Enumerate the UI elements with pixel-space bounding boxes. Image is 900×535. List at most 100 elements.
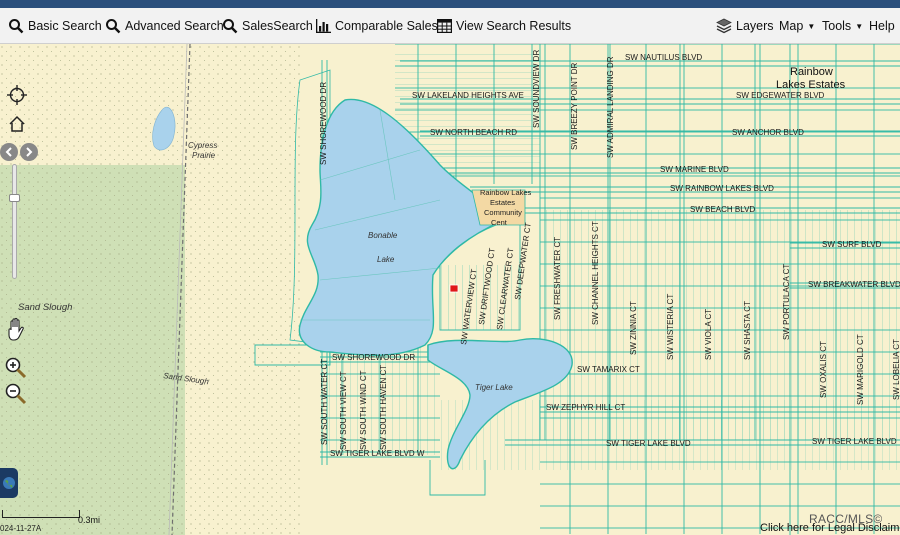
zoom-out-button[interactable] — [3, 381, 29, 407]
street-label-south-view: SW SOUTH VIEW CT — [339, 371, 348, 450]
street-label-tamarix: SW TAMARIX CT — [577, 365, 640, 374]
street-label-beach: SW BEACH BLVD — [690, 205, 755, 214]
place-label-tiger-lake: Tiger Lake — [475, 383, 513, 392]
chevron-left-icon — [5, 147, 12, 157]
advanced-search-button[interactable]: Advanced Search — [105, 8, 224, 44]
street-label-shorewood-dr-v: SW SHOREWOOD DR — [319, 82, 328, 165]
help-menu[interactable]: Help ▼ — [869, 8, 900, 44]
street-label-nautilus: SW NAUTILUS BLVD — [625, 53, 702, 62]
search-icon — [223, 19, 238, 34]
pan-right-button[interactable] — [20, 143, 38, 161]
street-label-wisteria: SW WISTERIA CT — [666, 294, 675, 360]
place-label-lake: Lake — [377, 255, 395, 264]
bar-chart-icon — [316, 19, 331, 33]
place-label-rainbow: Rainbow — [790, 66, 833, 78]
street-label-lobelia: SW LOBELIA CT — [892, 339, 900, 400]
selected-parcel-marker[interactable] — [449, 284, 459, 293]
place-label-bonable: Bonable — [368, 231, 398, 240]
poi-label-community-3: Community — [484, 208, 522, 217]
home-button[interactable] — [7, 114, 27, 134]
place-label-cypress: Cypress — [188, 141, 217, 150]
street-label-edgewater: SW EDGEWATER BLVD — [736, 91, 825, 100]
place-label-lakes-estates: Lakes Estates — [776, 79, 846, 91]
street-label-channel-heights: SW CHANNEL HEIGHTS CT — [591, 221, 600, 325]
sales-search-button[interactable]: SalesSearch — [222, 8, 313, 44]
street-label-admiral-landing: SW ADMIRAL LANDING DR — [606, 56, 615, 158]
poi-label-community-2: Estates — [490, 198, 515, 207]
map-date-label: 024-11-27A — [0, 524, 42, 533]
street-label-south-wind: SW SOUTH WIND CT — [359, 370, 368, 450]
street-label-shorewood-dr-h: SW SHOREWOOD DR — [332, 353, 415, 362]
layers-button[interactable]: Layers — [716, 8, 774, 44]
street-label-breezy-point: SW BREEZY POINT DR — [570, 63, 579, 150]
street-label-lakeland: SW LAKELAND HEIGHTS AVE — [412, 91, 524, 100]
street-label-anchor: SW ANCHOR BLVD — [732, 128, 804, 137]
street-label-soundview: SW SOUNDVIEW DR — [532, 50, 541, 128]
basemap-toggle-button[interactable] — [0, 468, 18, 498]
layers-icon — [716, 18, 732, 34]
wetland-texture — [0, 44, 300, 535]
crosshair-icon — [7, 85, 27, 105]
chevron-right-icon — [26, 147, 33, 157]
parcel-lots-south — [440, 400, 900, 470]
street-label-south-haven: SW SOUTH HAVEN CT — [379, 365, 388, 450]
sales-search-label: SalesSearch — [242, 19, 313, 33]
caret-down-icon: ▼ — [807, 21, 816, 31]
street-label-marine: SW MARINE BLVD — [660, 165, 729, 174]
place-label-prairie: Prairie — [192, 151, 216, 160]
toolbar: Basic Search Advanced Search SalesSearch… — [0, 8, 900, 44]
view-search-results-label: View Search Results — [456, 19, 572, 33]
street-label-portulaca: SW PORTULACA CT — [782, 264, 791, 340]
map-viewport[interactable]: Rainbow Lakes Estates Cypress Prairie Bo… — [0, 44, 900, 535]
street-label-freshwater: SW FRESHWATER CT — [553, 237, 562, 320]
map-menu-label: Map — [779, 19, 804, 33]
pan-left-button[interactable] — [0, 143, 18, 161]
street-label-tiger-lake-1: SW TIGER LAKE BLVD — [606, 439, 691, 448]
map-canvas[interactable]: Rainbow Lakes Estates Cypress Prairie Bo… — [0, 44, 900, 535]
comparable-sales-button[interactable]: Comparable Sales — [316, 8, 438, 44]
street-label-rainbow-lakes: SW RAINBOW LAKES BLVD — [670, 184, 774, 193]
locate-button[interactable] — [6, 84, 28, 106]
street-label-zephyr-hill: SW ZEPHYR HILL CT — [546, 403, 625, 412]
street-label-south-water: SW SOUTH WATER CT — [320, 359, 329, 445]
zoom-out-icon — [5, 383, 27, 405]
table-icon — [437, 19, 452, 33]
hand-icon — [8, 317, 24, 341]
caret-down-icon: ▼ — [855, 21, 864, 31]
help-menu-label: Help — [869, 19, 895, 33]
legal-disclaimer-link[interactable]: Click here for Legal Disclaim — [760, 522, 899, 534]
street-label-shasta: SW SHASTA CT — [743, 301, 752, 360]
street-label-zinnia: SW ZINNIA CT — [629, 301, 638, 355]
layers-label: Layers — [736, 19, 774, 33]
street-label-breakwater: SW BREAKWATER BLVD — [808, 280, 900, 289]
street-label-tiger-lake-2: SW TIGER LAKE BLVD — [812, 437, 897, 446]
zoom-slider-handle[interactable] — [9, 194, 20, 202]
street-label-viola: SW VIOLA CT — [704, 309, 713, 360]
scale-bar — [2, 510, 80, 518]
map-menu[interactable]: Map ▼ — [779, 8, 815, 44]
advanced-search-label: Advanced Search — [125, 19, 224, 33]
street-label-surf: SW SURF BLVD — [822, 240, 882, 249]
search-icon — [106, 19, 121, 34]
basic-search-label: Basic Search — [28, 19, 102, 33]
zoom-in-button[interactable] — [3, 355, 29, 381]
scale-label: 0.3mi — [78, 515, 101, 525]
tools-menu-label: Tools — [822, 19, 852, 33]
poi-label-community-4: Cent — [491, 218, 508, 227]
zoom-slider-track[interactable] — [12, 164, 17, 279]
street-label-oxalis: SW OXALIS CT — [819, 341, 828, 398]
search-icon — [9, 19, 24, 34]
street-label-north-beach: SW NORTH BEACH RD — [430, 128, 517, 137]
poi-label-community-1: Rainbow Lakes — [480, 188, 532, 197]
comparable-sales-label: Comparable Sales — [335, 19, 438, 33]
pan-tool-button[interactable] — [3, 316, 29, 342]
basic-search-button[interactable]: Basic Search — [8, 8, 102, 44]
view-search-results-button[interactable]: View Search Results — [437, 8, 571, 44]
tools-menu[interactable]: Tools ▼ — [822, 8, 863, 44]
street-label-marigold: SW MARIGOLD CT — [856, 334, 865, 405]
zoom-in-icon — [5, 357, 27, 379]
home-icon — [9, 115, 25, 132]
header-strip — [0, 0, 900, 8]
globe-icon — [3, 477, 15, 489]
place-label-sand-slough: Sand Slough — [18, 302, 72, 313]
